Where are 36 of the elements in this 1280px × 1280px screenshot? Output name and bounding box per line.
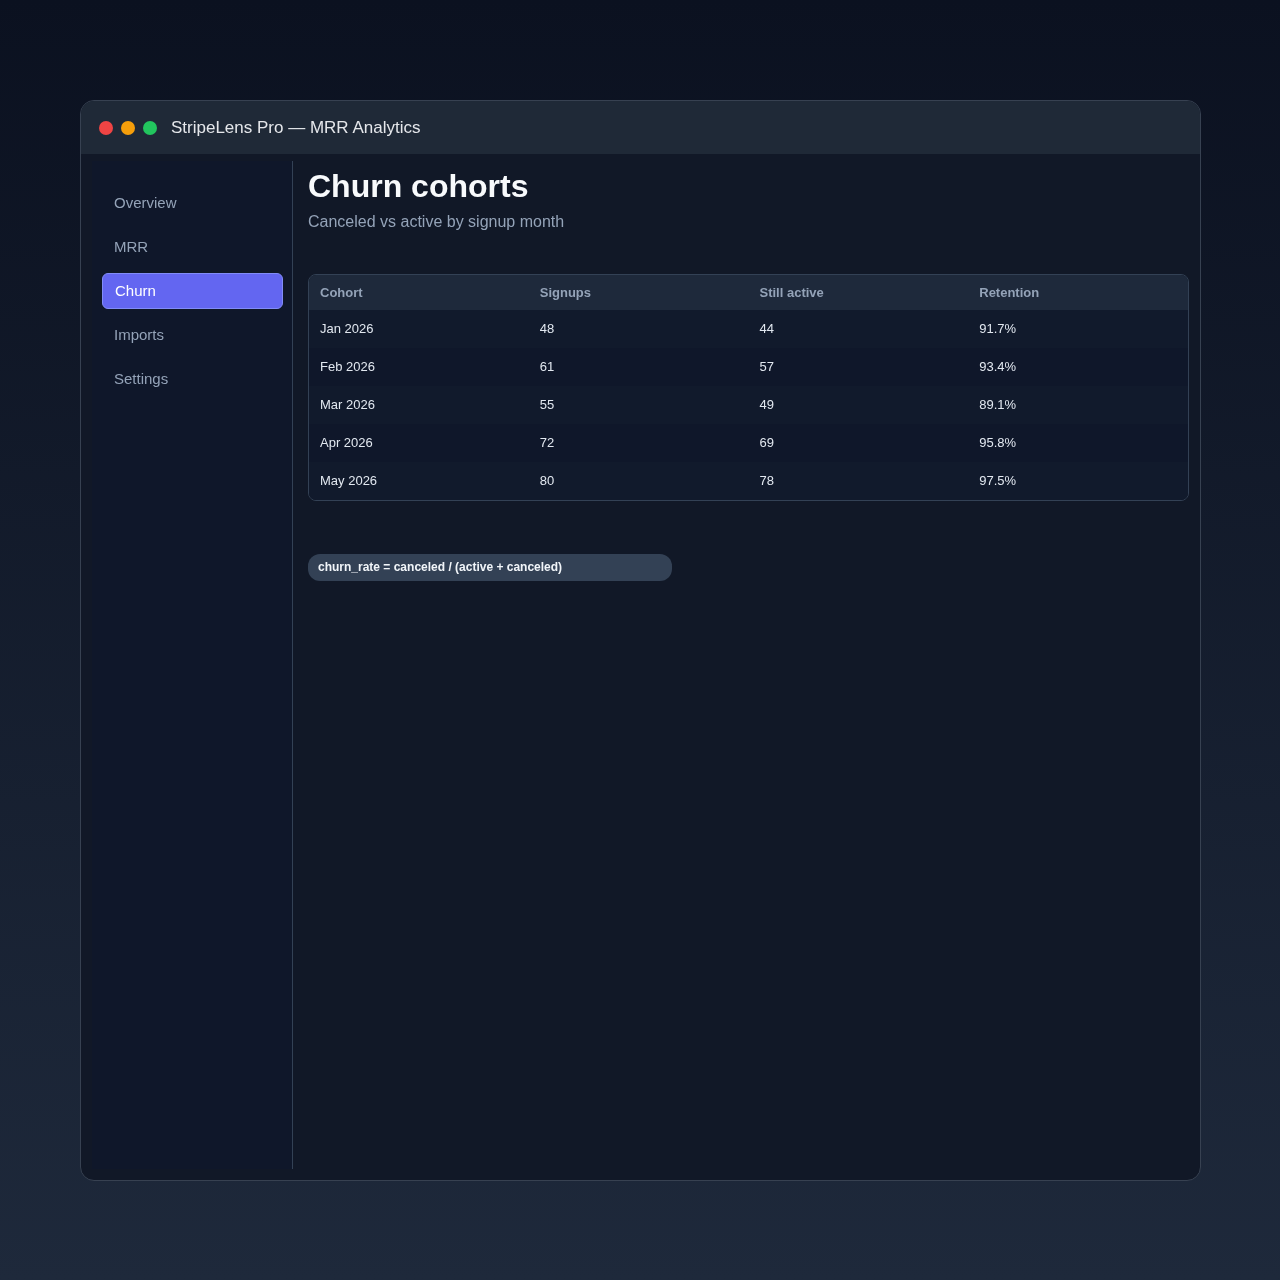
maximize-button[interactable] <box>143 120 157 135</box>
table-cell: Apr 2026 <box>309 424 529 463</box>
table-cell: Feb 2026 <box>309 348 529 387</box>
table-cell: 55 <box>528 386 749 425</box>
table-cell: 44 <box>748 310 969 349</box>
column-header: Signups <box>528 275 749 311</box>
table-cell: 97.5% <box>968 462 1188 501</box>
table-cell: 72 <box>528 424 749 463</box>
table-cell: 69 <box>748 424 969 463</box>
minimize-button[interactable] <box>121 120 135 135</box>
sidebar-item[interactable]: Churn <box>102 273 283 309</box>
table-cell: 61 <box>528 348 749 387</box>
close-button[interactable] <box>99 120 113 135</box>
page-title: Churn cohorts <box>308 169 530 205</box>
table-cell: 95.8% <box>968 424 1188 463</box>
page-subtitle: Canceled vs active by signup month <box>308 212 566 233</box>
table-cell: 57 <box>748 348 969 387</box>
formula-pill: churn_rate = canceled / (active + canceled) <box>308 554 673 582</box>
table-cell: May 2026 <box>309 462 529 501</box>
column-header: Still active <box>748 275 969 311</box>
sidebar-item[interactable]: Imports <box>102 317 283 353</box>
sidebar-item[interactable]: Overview <box>102 185 283 221</box>
table-cell: 80 <box>528 462 749 501</box>
table-cell: 49 <box>748 386 969 425</box>
column-header: Retention <box>968 275 1188 311</box>
table-cell: 78 <box>748 462 969 501</box>
table-cell: Mar 2026 <box>309 386 529 425</box>
window-title: StripeLens Pro — MRR Analytics <box>171 116 421 139</box>
sidebar-item[interactable]: Settings <box>102 361 283 397</box>
table-cell: 93.4% <box>968 348 1188 387</box>
table-cell: Jan 2026 <box>309 310 529 349</box>
table-cell: 89.1% <box>968 386 1188 425</box>
table-cell: 91.7% <box>968 310 1188 349</box>
column-header: Cohort <box>309 275 529 311</box>
sidebar-item[interactable]: MRR <box>102 229 283 265</box>
table-cell: 48 <box>528 310 749 349</box>
